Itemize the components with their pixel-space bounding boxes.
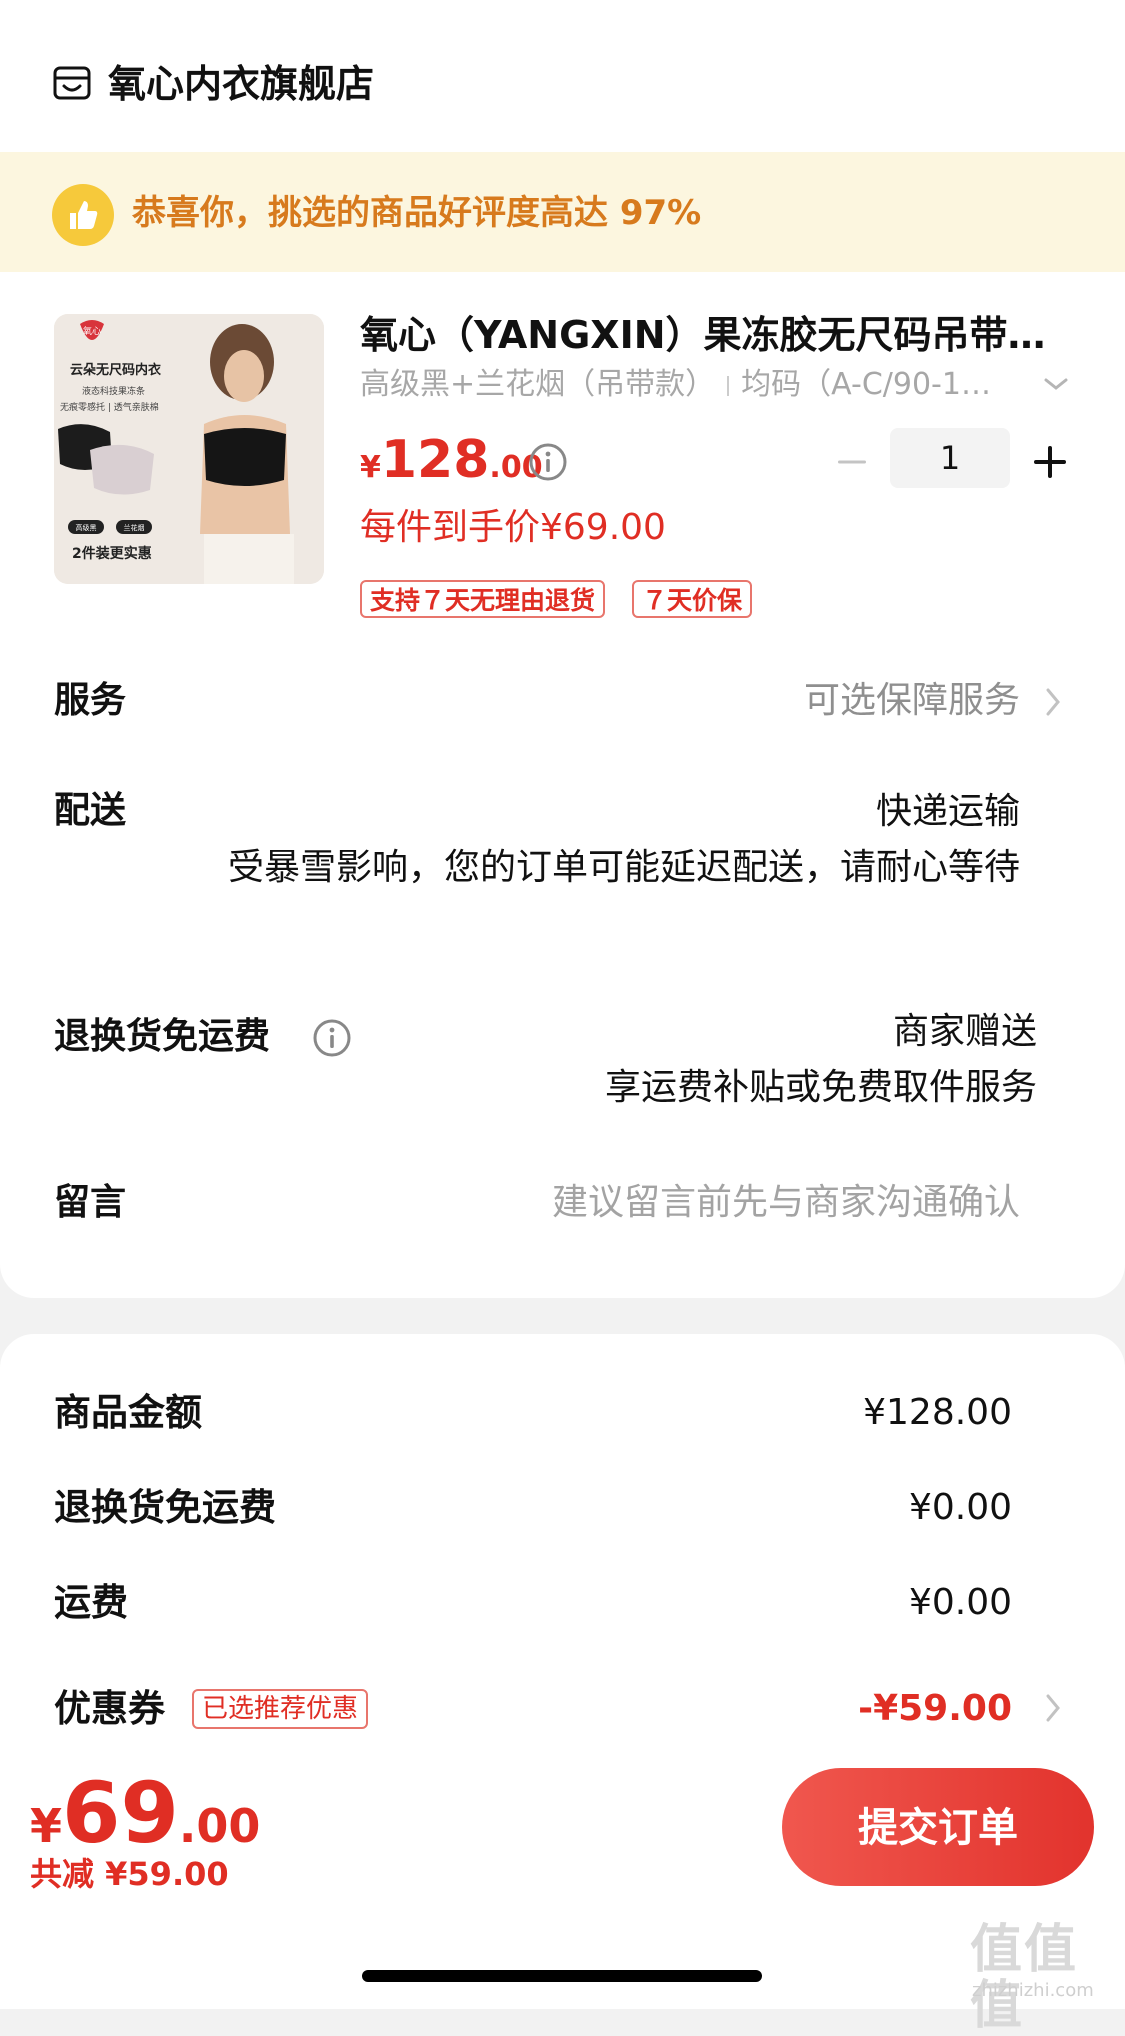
chevron-right-icon[interactable] [1040, 684, 1068, 720]
return-fee-value: ¥0.00 [908, 1487, 1012, 1528]
price-symbol: ¥ [360, 450, 381, 485]
store-icon [53, 66, 91, 100]
message-label: 留言 [54, 1182, 127, 1223]
product-title[interactable]: 氧心（YANGXIN）果冻胶无尺码吊带… [360, 310, 1060, 360]
return-shipping-sub: 享运费补贴或免费取件服务 [604, 1067, 1037, 1108]
message-input[interactable]: 建议留言前先与商家沟通确认 [552, 1178, 1020, 1228]
thumbs-up-icon [52, 184, 114, 246]
coupon-tag: 已选推荐优惠 [192, 1689, 369, 1729]
quantity-increase-button[interactable] [1028, 440, 1072, 484]
home-indicator[interactable] [362, 1970, 762, 1982]
spec-divider [727, 375, 730, 396]
return-policy-tag: 支持７天无理由退货 [360, 580, 606, 618]
goods-amount-label: 商品金额 [54, 1391, 202, 1434]
watermark: 值值值 [970, 1920, 1079, 2036]
total-discount: 共减 ¥59.00 [30, 1855, 229, 1893]
quantity-input[interactable]: 1 [890, 428, 1010, 488]
total-integer: 69 [62, 1764, 179, 1862]
shipping-fee-value: ¥0.00 [908, 1582, 1012, 1623]
total-symbol: ¥ [30, 1799, 63, 1853]
chevron-right-icon[interactable] [1040, 1690, 1068, 1726]
spec-color: 高级黑+兰花烟（吊带款） [360, 367, 716, 402]
price-protection-tag: ７天价保 [632, 580, 753, 618]
image-headline-text: 云朵无尺码内衣 [70, 362, 161, 378]
service-label: 服务 [54, 680, 127, 721]
submit-order-button[interactable]: 提交订单 [782, 1768, 1094, 1886]
rating-banner-text: 恭喜你，挑选的商品好评度高达 97% [132, 193, 702, 233]
shipping-fee-label: 运费 [54, 1581, 128, 1624]
per-unit-price: 每件到手价¥69.00 [360, 507, 666, 548]
image-chip1-text: 高级黑 [76, 523, 97, 532]
delivery-notice: 受暴雪影响，您的订单可能延迟配送，请耐心等待 [227, 847, 1020, 888]
image-line1-text: 液态科技果冻条 [82, 385, 145, 397]
return-fee-label: 退换货免运费 [54, 1486, 276, 1529]
chevron-down-icon[interactable] [1040, 368, 1072, 400]
image-chip2-text: 兰花烟 [124, 523, 145, 532]
price-integer: 128 [380, 430, 490, 490]
watermark-url: zhizhizhi.com [972, 1980, 1094, 2001]
info-icon[interactable] [528, 442, 568, 482]
coupon-value[interactable]: -¥59.00 [858, 1684, 1012, 1734]
product-image[interactable]: 氧心 云朵无尺码内衣 液态科技果冻条 无痕零感托 | 透气亲肤棉 高级黑 兰花烟… [54, 314, 324, 584]
quantity-decrease-button[interactable] [834, 444, 870, 480]
return-shipping-value: 商家赠送 [892, 1011, 1037, 1052]
image-promo-text: 2件装更实惠 [72, 545, 152, 562]
total-decimal: .00 [178, 1799, 261, 1853]
product-spec[interactable]: 高级黑+兰花烟（吊带款） 均码（A-C/90-1… [360, 364, 1060, 406]
image-brand-text: 氧心 [83, 325, 101, 337]
goods-amount-value: ¥128.00 [863, 1392, 1012, 1433]
image-line2-text: 无痕零感托 | 透气亲肤棉 [60, 401, 159, 413]
coupon-label: 优惠券 [54, 1687, 165, 1730]
store-name[interactable]: 氧心内衣旗舰店 [108, 60, 374, 108]
service-value[interactable]: 可选保障服务 [804, 676, 1020, 726]
spec-size: 均码（A-C/90-1… [741, 367, 991, 402]
product-price: ¥128.00 [360, 428, 543, 504]
delivery-method: 快递运输 [875, 791, 1020, 832]
